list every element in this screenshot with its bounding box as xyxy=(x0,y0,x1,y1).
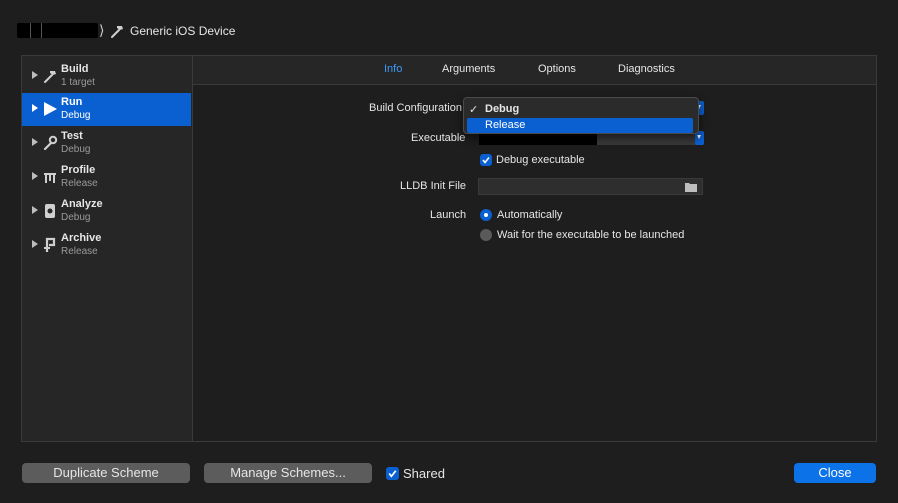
close-button[interactable]: Close xyxy=(794,463,876,483)
menu-item-label: Debug xyxy=(485,103,520,115)
sidebar-item-test[interactable]: Test Debug xyxy=(22,127,191,160)
sidebar-item-title: Profile xyxy=(61,164,96,176)
launch-automatically-radio[interactable] xyxy=(480,209,492,221)
scheme-toolbar: ⟩ Generic iOS Device xyxy=(0,0,898,58)
lldb-init-file-label: LLDB Init File xyxy=(400,180,467,192)
sidebar-item-title: Build xyxy=(61,63,89,75)
play-icon xyxy=(44,102,57,116)
menu-item-release[interactable]: Release xyxy=(467,118,693,133)
lldb-init-file-field[interactable] xyxy=(478,178,703,195)
disclosure-triangle-icon[interactable] xyxy=(32,172,38,180)
checkmark-icon: ✓ xyxy=(469,104,479,116)
sidebar-item-title: Test xyxy=(61,130,83,142)
checkmark-icon xyxy=(388,470,397,478)
menu-item-label: Release xyxy=(485,119,526,131)
sidebar-item-archive[interactable]: Archive Release xyxy=(22,229,191,262)
checkmark-icon xyxy=(482,157,490,164)
tab-diagnostics[interactable]: Diagnostics xyxy=(618,63,675,75)
sidebar-item-subtitle: Debug xyxy=(61,212,91,223)
sidebar-item-analyze[interactable]: Analyze Debug xyxy=(22,195,191,228)
launch-label: Launch xyxy=(430,209,467,221)
instruments-icon xyxy=(44,173,56,183)
hammer-icon xyxy=(44,71,56,83)
tab-options[interactable]: Options xyxy=(538,63,576,75)
shared-checkbox[interactable] xyxy=(386,467,399,480)
folder-icon[interactable] xyxy=(685,182,697,192)
sidebar-item-run[interactable]: Run Debug xyxy=(22,93,191,126)
sidebar-item-title: Run xyxy=(61,96,83,108)
breadcrumb-separator-icon: ⟩ xyxy=(99,22,105,38)
build-configuration-menu: ✓ Debug Release xyxy=(463,97,699,134)
sidebar-item-subtitle: 1 target xyxy=(61,77,95,88)
launch-wait-label: Wait for the executable to be launched xyxy=(497,229,685,241)
tab-arguments[interactable]: Arguments xyxy=(442,63,495,75)
build-configuration-label: Build Configuration xyxy=(369,102,462,114)
disclosure-triangle-icon[interactable] xyxy=(32,240,38,248)
debug-executable-checkbox[interactable] xyxy=(480,154,492,166)
destination-device-label[interactable]: Generic iOS Device xyxy=(130,24,235,38)
sidebar-item-title: Archive xyxy=(61,232,102,244)
scheme-bracket-icon xyxy=(30,23,42,38)
sidebar-item-profile[interactable]: Profile Release xyxy=(22,161,191,194)
tab-info[interactable]: Info xyxy=(384,63,402,75)
sidebar-item-subtitle: Debug xyxy=(61,110,91,121)
sidebar-item-subtitle: Release xyxy=(61,246,98,257)
analyze-icon xyxy=(45,204,55,218)
manage-schemes-button[interactable]: Manage Schemes... xyxy=(204,463,372,483)
scheme-editor-panel: Build 1 target Run Debug Test Debug Prof… xyxy=(21,55,877,442)
disclosure-triangle-icon[interactable] xyxy=(32,138,38,146)
wrench-icon xyxy=(43,135,58,151)
sidebar-item-title: Analyze xyxy=(61,198,103,210)
archive-icon xyxy=(44,237,56,252)
menu-item-debug[interactable]: ✓ Debug xyxy=(467,102,693,117)
duplicate-scheme-button[interactable]: Duplicate Scheme xyxy=(22,463,190,483)
settings-tab-bar: Info Arguments Options Diagnostics xyxy=(193,56,876,85)
shared-label: Shared xyxy=(403,466,445,481)
sidebar-item-build[interactable]: Build 1 target xyxy=(22,60,191,93)
action-sidebar: Build 1 target Run Debug Test Debug Prof… xyxy=(22,56,193,441)
disclosure-triangle-icon[interactable] xyxy=(32,206,38,214)
launch-wait-radio[interactable] xyxy=(480,229,492,241)
executable-label: Executable xyxy=(411,132,466,144)
sidebar-item-subtitle: Release xyxy=(61,178,98,189)
sidebar-item-subtitle: Debug xyxy=(61,144,91,155)
disclosure-triangle-icon[interactable] xyxy=(32,71,38,79)
debug-executable-label: Debug executable xyxy=(496,154,585,166)
run-settings-pane: Info Arguments Options Diagnostics Build… xyxy=(193,56,876,441)
hammer-icon xyxy=(111,26,123,38)
launch-automatically-label: Automatically xyxy=(497,209,563,221)
disclosure-triangle-icon[interactable] xyxy=(32,104,38,112)
